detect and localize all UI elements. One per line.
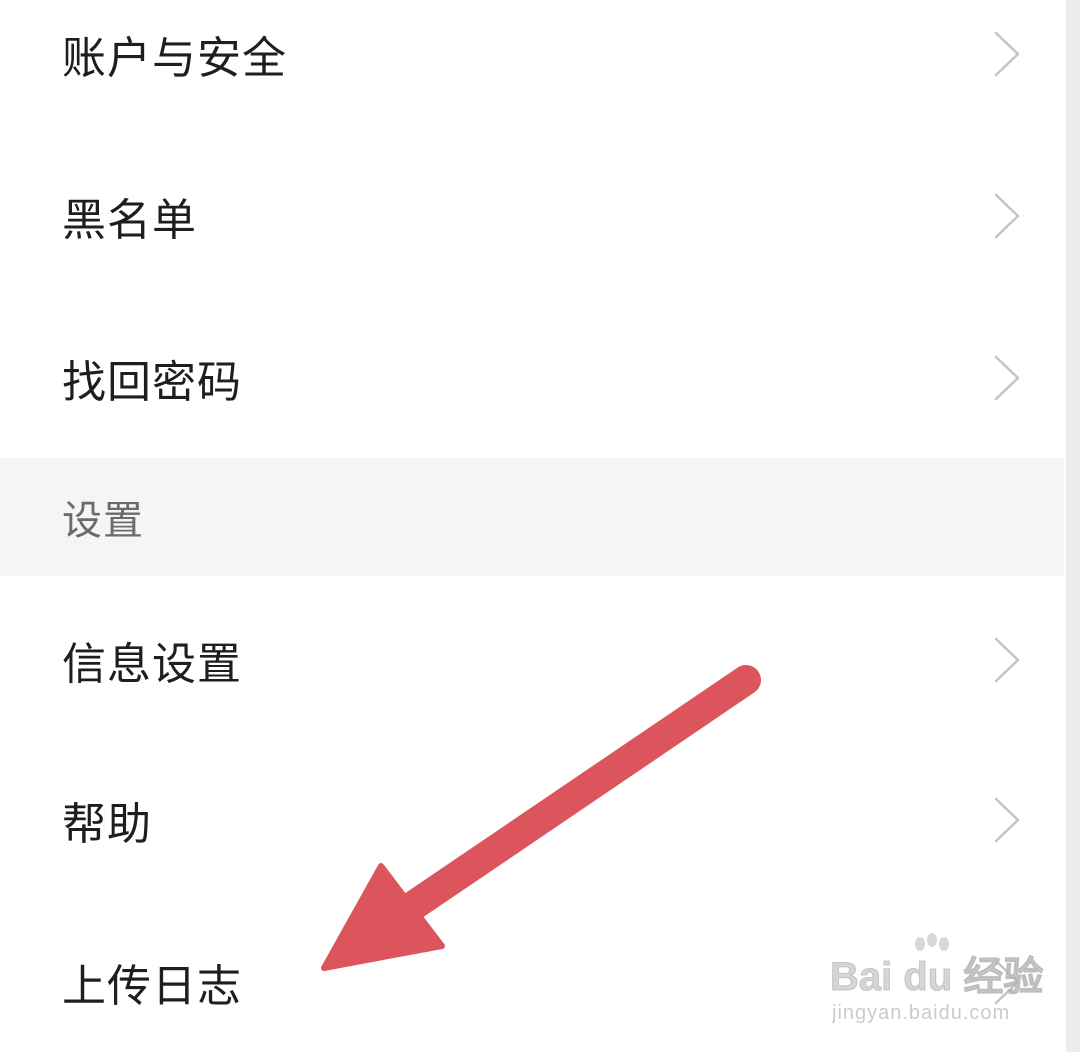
chevron-right-icon [994,797,1020,843]
section-header-label: 设置 [62,498,144,544]
scrollbar[interactable] [1066,0,1080,1052]
menu-item-recover-password[interactable]: 找回密码 [0,318,1064,438]
chevron-right-icon [994,637,1020,683]
menu-item-label: 黑名单 [62,195,197,246]
menu-item-message-settings[interactable]: 信息设置 [0,600,1064,720]
menu-item-upload-log[interactable]: 上传日志 [0,922,1064,1042]
menu-item-account-security[interactable]: 账户与安全 [0,0,1064,114]
menu-item-label: 帮助 [62,799,152,850]
chevron-right-icon [994,193,1020,239]
menu-item-help[interactable]: 帮助 [0,760,1064,880]
menu-item-label: 上传日志 [62,961,242,1012]
chevron-right-icon [994,31,1020,77]
menu-item-label: 信息设置 [62,639,242,690]
menu-item-label: 账户与安全 [62,33,287,84]
menu-item-blacklist[interactable]: 黑名单 [0,156,1064,276]
chevron-right-icon [994,959,1020,1005]
section-header-settings: 设置 [0,458,1064,576]
menu-item-label: 找回密码 [62,357,242,408]
chevron-right-icon [994,355,1020,401]
